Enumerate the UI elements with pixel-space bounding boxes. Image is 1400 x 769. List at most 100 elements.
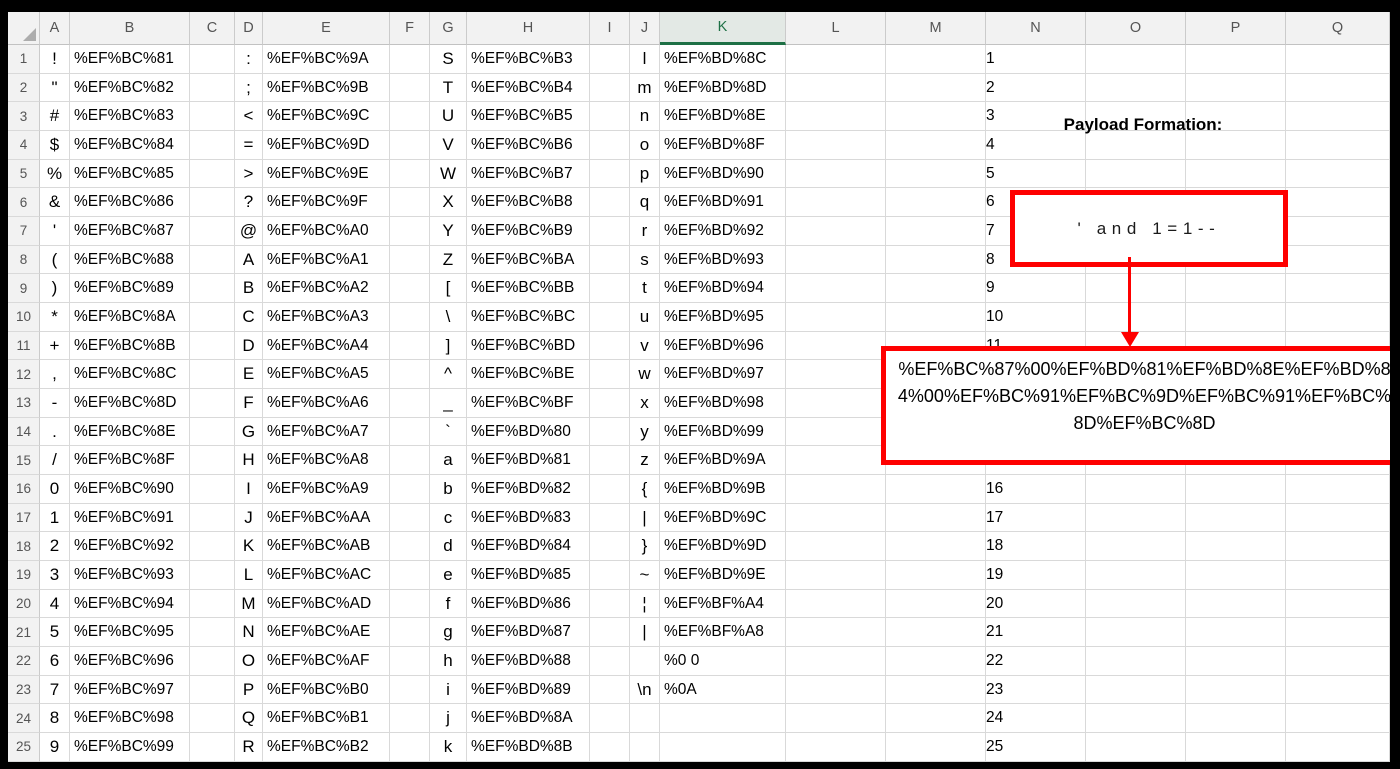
cell-G9[interactable]: [	[430, 274, 467, 304]
cell-J16[interactable]: {	[630, 475, 660, 504]
cell-C14[interactable]	[190, 417, 235, 447]
cell-H4[interactable]: %EF%BC%B6	[467, 131, 590, 160]
cell-G11[interactable]: ]	[430, 331, 467, 361]
cell-K25[interactable]	[660, 733, 786, 762]
row-header-6[interactable]: 6	[8, 188, 40, 218]
cell-O16[interactable]	[1086, 475, 1186, 504]
cell-G12[interactable]: ^	[430, 360, 467, 390]
cell-F10[interactable]	[390, 303, 430, 332]
row-header-12[interactable]: 12	[8, 360, 40, 390]
cell-E22[interactable]: %EF%BC%AF	[263, 647, 390, 676]
cell-N16[interactable]: 16	[986, 475, 1086, 504]
cell-O23[interactable]	[1086, 675, 1186, 705]
cell-C6[interactable]	[190, 188, 235, 218]
cell-Q21[interactable]	[1286, 618, 1390, 648]
cell-G21[interactable]: g	[430, 618, 467, 648]
cell-B21[interactable]: %EF%BC%95	[70, 618, 190, 648]
cell-K6[interactable]: %EF%BD%91	[660, 188, 786, 218]
cell-K23[interactable]: %0A	[660, 675, 786, 705]
cell-O25[interactable]	[1086, 733, 1186, 762]
column-header-C[interactable]: C	[190, 12, 235, 45]
cell-H7[interactable]: %EF%BC%B9	[467, 217, 590, 246]
cell-B4[interactable]: %EF%BC%84	[70, 131, 190, 160]
cell-H13[interactable]: %EF%BC%BF	[467, 389, 590, 418]
row-header-16[interactable]: 16	[8, 475, 40, 504]
cell-L5[interactable]	[786, 159, 886, 189]
cell-I20[interactable]	[590, 589, 630, 619]
cell-F1[interactable]	[390, 45, 430, 74]
cell-P2[interactable]	[1186, 73, 1286, 103]
cell-G19[interactable]: e	[430, 561, 467, 590]
cell-K22[interactable]: %0 0	[660, 647, 786, 676]
cell-K24[interactable]	[660, 704, 786, 734]
cell-H9[interactable]: %EF%BC%BB	[467, 274, 590, 304]
cell-L17[interactable]	[786, 503, 886, 533]
cell-F7[interactable]	[390, 217, 430, 246]
cell-H21[interactable]: %EF%BD%87	[467, 618, 590, 648]
cell-B17[interactable]: %EF%BC%91	[70, 503, 190, 533]
cell-O18[interactable]	[1086, 532, 1186, 562]
cell-B7[interactable]: %EF%BC%87	[70, 217, 190, 246]
cell-L19[interactable]	[786, 561, 886, 590]
cell-Q1[interactable]	[1286, 45, 1390, 74]
cell-J11[interactable]: v	[630, 331, 660, 361]
cell-H6[interactable]: %EF%BC%B8	[467, 188, 590, 218]
cell-G8[interactable]: Z	[430, 245, 467, 275]
cell-F8[interactable]	[390, 245, 430, 275]
cell-L12[interactable]	[786, 360, 886, 390]
cell-F13[interactable]	[390, 389, 430, 418]
cell-D15[interactable]: H	[235, 446, 263, 476]
cell-E7[interactable]: %EF%BC%A0	[263, 217, 390, 246]
cell-L18[interactable]	[786, 532, 886, 562]
cell-A23[interactable]: 7	[40, 675, 70, 705]
column-header-H[interactable]: H	[467, 12, 590, 45]
cell-K15[interactable]: %EF%BD%9A	[660, 446, 786, 476]
cell-B8[interactable]: %EF%BC%88	[70, 245, 190, 275]
row-header-10[interactable]: 10	[8, 303, 40, 332]
cell-K4[interactable]: %EF%BD%8F	[660, 131, 786, 160]
cell-K7[interactable]: %EF%BD%92	[660, 217, 786, 246]
cell-P5[interactable]	[1186, 159, 1286, 189]
cell-Q10[interactable]	[1286, 303, 1390, 332]
cell-C22[interactable]	[190, 647, 235, 676]
cell-K8[interactable]: %EF%BD%93	[660, 245, 786, 275]
cell-H25[interactable]: %EF%BD%8B	[467, 733, 590, 762]
cell-C15[interactable]	[190, 446, 235, 476]
cell-O24[interactable]	[1086, 704, 1186, 734]
cell-B20[interactable]: %EF%BC%94	[70, 589, 190, 619]
cell-A10[interactable]: *	[40, 303, 70, 332]
cell-B5[interactable]: %EF%BC%85	[70, 159, 190, 189]
cell-E8[interactable]: %EF%BC%A1	[263, 245, 390, 275]
cell-J9[interactable]: t	[630, 274, 660, 304]
cell-J21[interactable]: |	[630, 618, 660, 648]
cell-K18[interactable]: %EF%BD%9D	[660, 532, 786, 562]
cell-I4[interactable]	[590, 131, 630, 160]
cell-D14[interactable]: G	[235, 417, 263, 447]
cell-P1[interactable]	[1186, 45, 1286, 74]
cell-L2[interactable]	[786, 73, 886, 103]
cell-P10[interactable]	[1186, 303, 1286, 332]
cell-L22[interactable]	[786, 647, 886, 676]
cell-M25[interactable]	[886, 733, 986, 762]
cell-Q4[interactable]	[1286, 131, 1390, 160]
column-header-A[interactable]: A	[40, 12, 70, 45]
cell-E17[interactable]: %EF%BC%AA	[263, 503, 390, 533]
cell-O22[interactable]	[1086, 647, 1186, 676]
cell-B1[interactable]: %EF%BC%81	[70, 45, 190, 74]
cell-D5[interactable]: >	[235, 159, 263, 189]
cell-G4[interactable]: V	[430, 131, 467, 160]
row-header-7[interactable]: 7	[8, 217, 40, 246]
cell-C8[interactable]	[190, 245, 235, 275]
cell-L8[interactable]	[786, 245, 886, 275]
cell-K11[interactable]: %EF%BD%96	[660, 331, 786, 361]
cell-F15[interactable]	[390, 446, 430, 476]
cell-O20[interactable]	[1086, 589, 1186, 619]
cell-E21[interactable]: %EF%BC%AE	[263, 618, 390, 648]
cell-L15[interactable]	[786, 446, 886, 476]
cell-M1[interactable]	[886, 45, 986, 74]
row-header-24[interactable]: 24	[8, 704, 40, 734]
cell-Q18[interactable]	[1286, 532, 1390, 562]
row-header-20[interactable]: 20	[8, 589, 40, 619]
cell-M17[interactable]	[886, 503, 986, 533]
cell-P9[interactable]	[1186, 274, 1286, 304]
